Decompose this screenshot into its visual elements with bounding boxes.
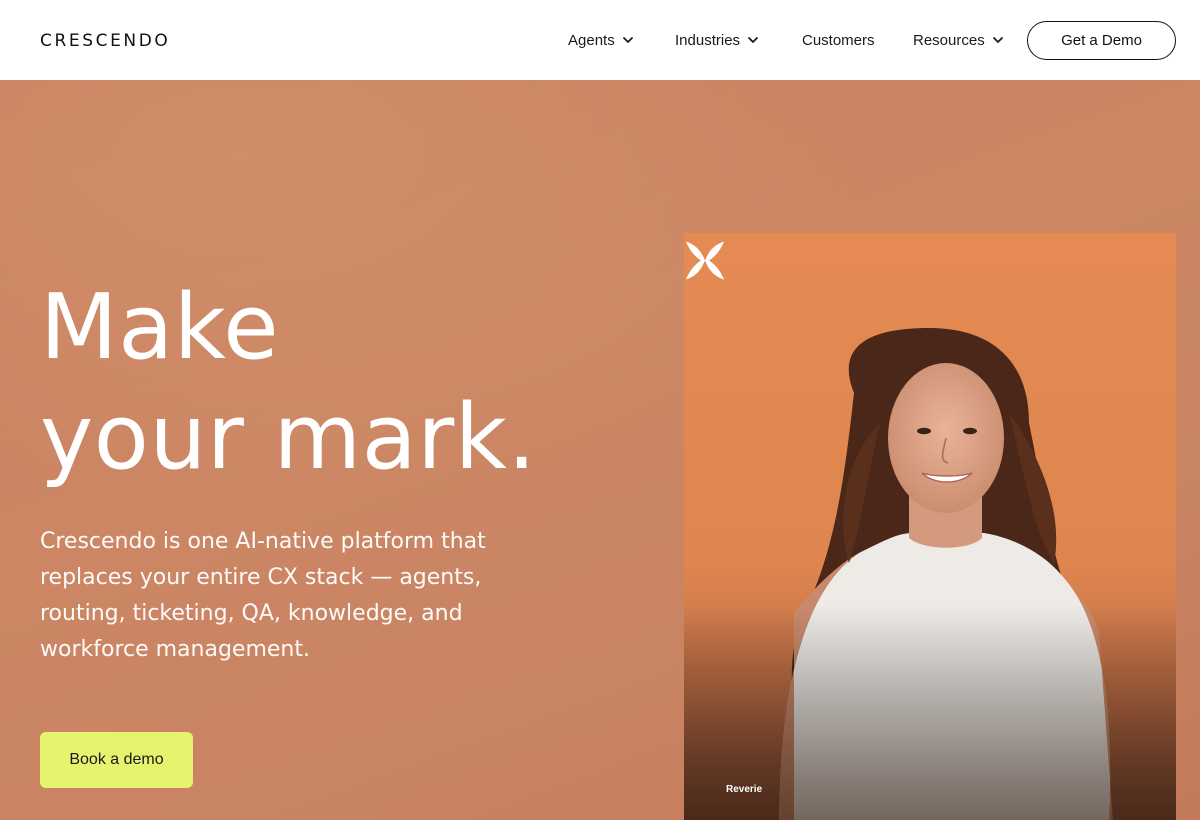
nav-item-label: Customers bbox=[802, 31, 875, 49]
hero-headline: Make your mark. bbox=[40, 273, 537, 493]
chevron-down-icon bbox=[992, 37, 1003, 43]
hero-subcopy: Crescendo is one AI-native platform that… bbox=[40, 529, 486, 662]
hero-headline-line-1: Make bbox=[40, 275, 280, 380]
nav-item-industries[interactable]: Industries bbox=[675, 29, 760, 51]
nav-item-label: Resources bbox=[913, 31, 985, 49]
reverie-logo-text: Reverie bbox=[726, 784, 763, 795]
nav-item-agents[interactable]: Agents bbox=[568, 29, 635, 51]
chevron-down-icon bbox=[748, 37, 758, 43]
nav-item-label: Agents bbox=[568, 31, 615, 49]
nav-item-label: Industries bbox=[675, 31, 741, 49]
chevron-down-icon bbox=[622, 37, 633, 43]
portrait-illustration bbox=[684, 233, 1176, 820]
reverie-logo-icon bbox=[686, 241, 724, 280]
primary-nav: Agents Industries Customers Resources bbox=[0, 0, 1200, 80]
top-navigation: CRESCENDO Agents Industries Customers Re… bbox=[0, 0, 1200, 80]
hero-section: Make your mark. Crescendo is one AI-nati… bbox=[0, 80, 1200, 820]
nav-item-resources[interactable]: Resources bbox=[913, 29, 1005, 51]
customer-portrait: Reverie bbox=[684, 233, 1176, 820]
get-a-demo-button[interactable]: Get a Demo bbox=[1027, 21, 1176, 60]
hero-headline-line-2: your mark. bbox=[40, 385, 537, 490]
nav-item-customers[interactable]: Customers bbox=[802, 29, 875, 51]
book-a-demo-button[interactable]: Book a demo bbox=[40, 732, 193, 788]
